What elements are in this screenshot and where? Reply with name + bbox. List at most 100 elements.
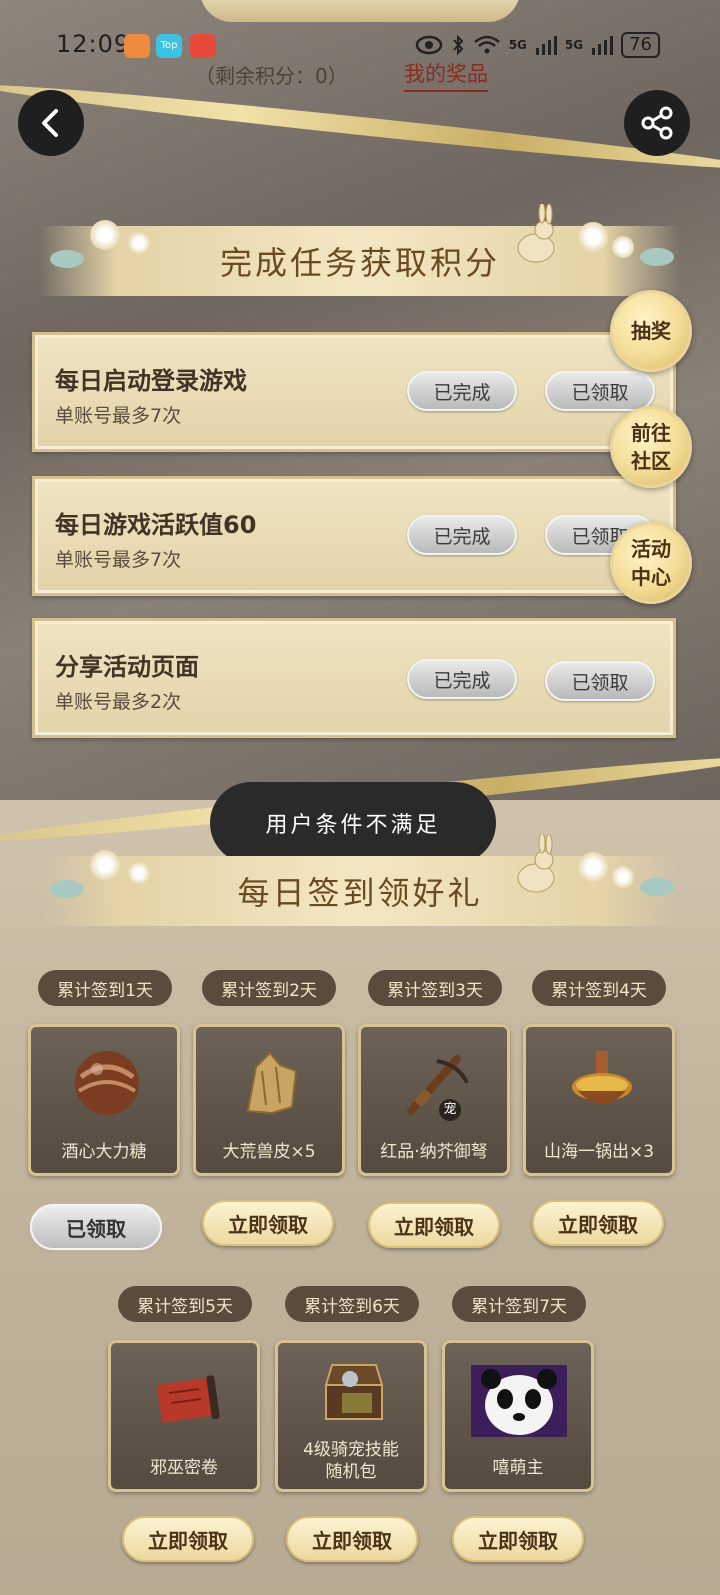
reward-name: 山海一锅出×3 <box>543 1142 655 1162</box>
task-card-3: 分享活动页面 单账号最多2次 已完成 已领取 <box>32 618 676 738</box>
task-title: 每日启动登录游戏 <box>55 367 247 395</box>
heart-app-icon <box>124 34 150 58</box>
task-completed-button[interactable]: 已完成 <box>407 371 517 411</box>
flower-decoration-icon <box>90 220 120 250</box>
task-limit: 单账号最多7次 <box>55 405 182 427</box>
day-label-2: 累计签到2天 <box>202 970 336 1006</box>
community-label-line2: 社区 <box>631 449 671 473</box>
hotpot-icon <box>572 1051 632 1104</box>
flower-decoration-icon <box>128 862 150 884</box>
day-label-3: 累计签到3天 <box>368 970 502 1006</box>
kuaishou-app-icon <box>190 34 216 58</box>
community-label-line1: 前往 <box>631 421 671 445</box>
title-banner-edge <box>200 0 520 22</box>
activity-center-button[interactable]: 活动 中心 <box>610 522 692 604</box>
task-limit: 单账号最多2次 <box>55 691 182 713</box>
task-limit: 单账号最多7次 <box>55 549 182 571</box>
flower-decoration-icon <box>578 222 608 252</box>
scroll-icon <box>156 1375 220 1423</box>
flower-decoration-icon <box>128 232 150 254</box>
flower-decoration-icon <box>612 866 634 888</box>
signal-icon <box>535 36 557 55</box>
flower-decoration-icon <box>578 852 608 882</box>
claim-button-3[interactable]: 立即领取 <box>368 1202 500 1248</box>
reward-card-2: 大荒兽皮×5 <box>193 1024 345 1176</box>
activity-page: 12:09 Top 5G 5G 76 （剩余积分：0） 我的奖品 完成任务获取积… <box>0 0 720 1595</box>
toast-message: 用户条件不满足 <box>210 782 496 864</box>
treasure-chest-icon <box>324 1364 384 1420</box>
status-bar: 12:09 Top 5G 5G 76 <box>0 28 720 62</box>
day-label-6: 累计签到6天 <box>285 1286 419 1322</box>
reward-name: 大荒兽皮×5 <box>222 1142 316 1162</box>
leaf-decoration-icon <box>50 250 84 268</box>
reward-name-line1: 4级骑宠技能 <box>303 1440 399 1460</box>
signal-icon-2 <box>592 36 614 55</box>
my-prizes-link[interactable]: 我的奖品 <box>404 58 488 92</box>
task-completed-button[interactable]: 已完成 <box>407 659 517 699</box>
network-5g-label: 5G <box>508 38 527 52</box>
lottery-label: 抽奖 <box>631 319 671 343</box>
day-label-7: 累计签到7天 <box>452 1286 586 1322</box>
reward-card-7: 嘻萌主 <box>442 1340 594 1492</box>
reward-card-1: 酒心大力糖 <box>28 1024 180 1176</box>
claim-button-7[interactable]: 立即领取 <box>452 1516 584 1562</box>
reward-card-4: 山海一锅出×3 <box>523 1024 675 1176</box>
activity-center-label: 活动 中心 <box>631 535 671 591</box>
activity-label-line1: 活动 <box>631 537 671 561</box>
day-label-5: 累计签到5天 <box>118 1286 252 1322</box>
reward-name: 4级骑宠技能 随机包 <box>278 1439 424 1483</box>
tasks-section-title: 完成任务获取积分 <box>219 244 500 282</box>
battery-indicator: 76 <box>621 32 660 58</box>
remaining-points: （剩余积分：0） <box>195 64 348 88</box>
leaf-decoration-icon <box>640 248 674 266</box>
status-icons: 5G 5G 76 <box>415 32 660 58</box>
flower-decoration-icon <box>612 236 634 258</box>
reward-name: 酒心大力糖 <box>61 1142 147 1162</box>
reward-name: 红品·纳芥御弩 <box>380 1142 488 1162</box>
reward-card-6: 4级骑宠技能 随机包 <box>275 1340 427 1492</box>
task-claimed-button[interactable]: 已领取 <box>545 661 655 701</box>
signin-section-banner: 每日签到领好礼 <box>40 834 680 926</box>
reward-card-3: 宠 红品·纳芥御弩 <box>358 1024 510 1176</box>
chevron-left-icon <box>42 109 58 137</box>
network-5g-label-2: 5G <box>564 38 584 52</box>
task-claimed-button[interactable]: 已领取 <box>545 371 655 411</box>
leaf-decoration-icon <box>640 878 674 896</box>
task-title: 分享活动页面 <box>55 653 199 681</box>
crossbow-icon <box>407 1055 469 1115</box>
flower-decoration-icon <box>90 850 120 880</box>
reward-name: 嘻萌主 <box>492 1458 544 1478</box>
community-button[interactable]: 前往 社区 <box>610 406 692 488</box>
panda-icon <box>471 1365 567 1437</box>
task-card-2: 每日游戏活跃值60 单账号最多7次 已完成 已领取 <box>32 476 676 596</box>
claim-button-2[interactable]: 立即领取 <box>202 1200 334 1246</box>
candy-icon <box>75 1051 139 1115</box>
day-label-4: 累计签到4天 <box>532 970 666 1006</box>
wifi-icon <box>473 35 500 54</box>
share-button[interactable] <box>624 90 690 156</box>
share-icon <box>641 106 673 140</box>
reward-card-5: 邪巫密卷 <box>108 1340 260 1492</box>
top-app-icon: Top <box>156 34 182 58</box>
rabbit-icon <box>517 834 555 893</box>
leaf-decoration-icon <box>50 880 84 898</box>
claim-button-4[interactable]: 立即领取 <box>532 1200 664 1246</box>
claimed-button-1[interactable]: 已领取 <box>30 1204 162 1250</box>
pet-badge: 宠 <box>439 1099 461 1121</box>
activity-label-line2: 中心 <box>631 565 671 589</box>
task-title: 每日游戏活跃值60 <box>55 511 257 539</box>
claim-button-6[interactable]: 立即领取 <box>286 1516 418 1562</box>
community-label: 前往 社区 <box>631 419 671 475</box>
reward-name-line2: 随机包 <box>325 1462 377 1482</box>
task-completed-button[interactable]: 已完成 <box>407 515 517 555</box>
bluetooth-icon <box>452 34 464 56</box>
lottery-button[interactable]: 抽奖 <box>610 290 692 372</box>
rabbit-icon <box>517 204 555 263</box>
status-time: 12:09 <box>56 30 131 58</box>
back-button[interactable] <box>18 90 84 156</box>
task-card-1: 每日启动登录游戏 单账号最多7次 已完成 已领取 <box>32 332 676 452</box>
tasks-section-banner: 完成任务获取积分 <box>40 204 680 296</box>
eye-icon <box>415 35 442 55</box>
beast-hide-icon <box>246 1051 298 1115</box>
claim-button-5[interactable]: 立即领取 <box>122 1516 254 1562</box>
